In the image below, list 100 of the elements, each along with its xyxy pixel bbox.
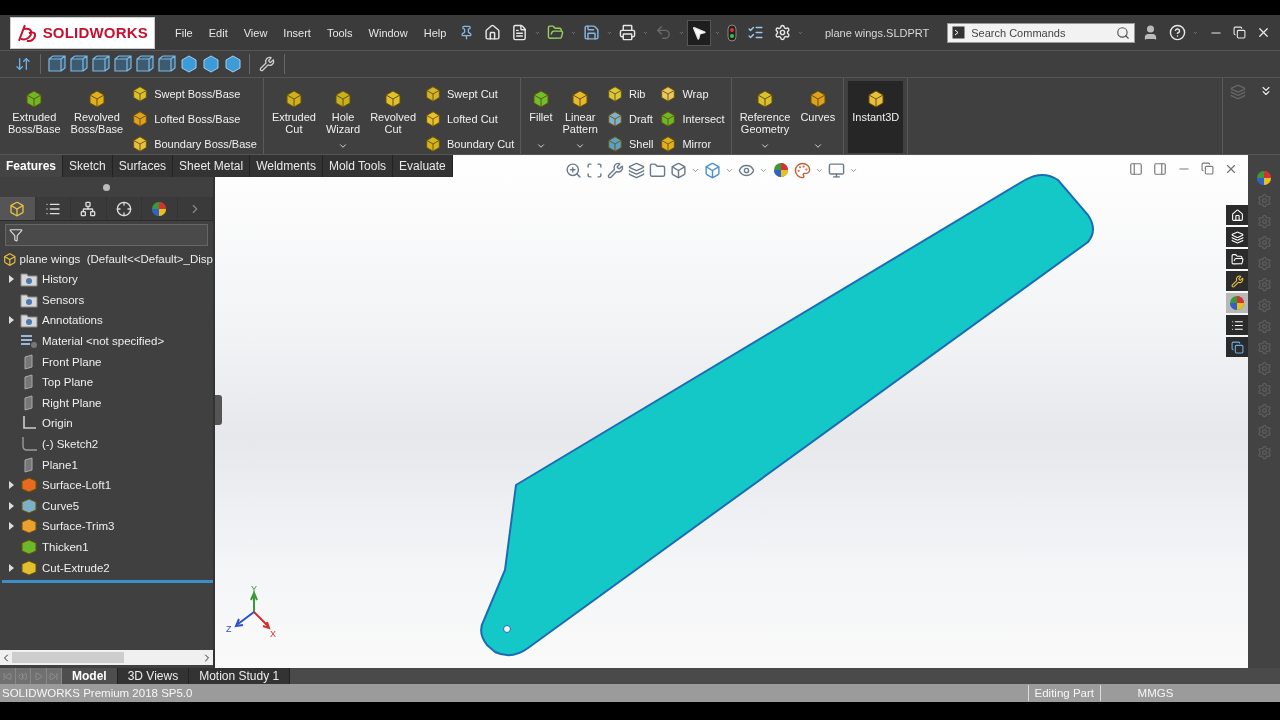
tree-item[interactable]: Curve5 bbox=[42, 499, 80, 512]
configuration-tab[interactable] bbox=[71, 197, 107, 220]
menu-item[interactable]: File bbox=[169, 26, 199, 39]
search-field[interactable]: Search Commands bbox=[969, 25, 1113, 40]
ribbon-button[interactable]: Swept Boss/Base bbox=[129, 83, 259, 104]
tree-item[interactable]: Plane1 bbox=[42, 458, 78, 471]
tree-item[interactable]: Origin bbox=[42, 417, 73, 430]
command-tab[interactable]: Sheet Metal bbox=[173, 155, 251, 177]
properties-icon[interactable] bbox=[1226, 315, 1248, 335]
command-tab[interactable]: Features bbox=[0, 155, 64, 177]
ribbon-button[interactable]: Fillet bbox=[525, 81, 557, 153]
menu-item[interactable]: Window bbox=[362, 26, 414, 39]
caret-icon[interactable] bbox=[535, 141, 546, 151]
ribbon-button[interactable]: Curves bbox=[796, 81, 840, 153]
tree-item[interactable]: Right Plane bbox=[42, 396, 102, 409]
command-tab[interactable]: Evaluate bbox=[393, 155, 453, 177]
cube-icon[interactable] bbox=[47, 54, 67, 74]
scene-icon[interactable] bbox=[794, 161, 811, 179]
tile-right-icon[interactable] bbox=[1153, 162, 1167, 176]
feature-tree-tab[interactable] bbox=[0, 197, 36, 220]
expand-arrow-icon[interactable] bbox=[8, 563, 14, 572]
tile-left-icon[interactable] bbox=[1129, 162, 1143, 176]
ribbon-button[interactable]: Reference Geometry bbox=[735, 81, 795, 153]
cube-icon[interactable] bbox=[157, 54, 177, 74]
ribbon-button[interactable]: Boundary Cut bbox=[422, 133, 517, 154]
menu-item[interactable]: View bbox=[237, 26, 274, 39]
menu-item[interactable]: Help bbox=[417, 26, 453, 39]
cube-icon[interactable] bbox=[201, 54, 221, 74]
grip-handle[interactable] bbox=[103, 183, 110, 191]
caret-icon[interactable] bbox=[760, 141, 770, 151]
search-icon[interactable] bbox=[1116, 25, 1131, 40]
zoom-icon[interactable] bbox=[565, 161, 582, 179]
ribbon-button[interactable]: Instant3D bbox=[848, 81, 904, 153]
sheet-tab[interactable]: Model bbox=[62, 668, 118, 684]
appearance-icon[interactable] bbox=[1255, 169, 1273, 187]
ribbon-button[interactable]: Wrap bbox=[657, 83, 727, 104]
expand-arrow-icon[interactable] bbox=[8, 501, 14, 510]
command-tab[interactable]: Weldments bbox=[250, 155, 323, 177]
close-icon[interactable] bbox=[1224, 162, 1238, 176]
view-orientation-icon[interactable] bbox=[670, 161, 687, 179]
appearance-icon[interactable] bbox=[772, 161, 790, 179]
cube-icon[interactable] bbox=[113, 54, 133, 74]
ribbon-button[interactable]: Boundary Boss/Base bbox=[129, 133, 259, 154]
ribbon-button[interactable]: Lofted Cut bbox=[422, 108, 517, 129]
command-tab[interactable]: Surfaces bbox=[112, 155, 174, 177]
menu-item[interactable]: Tools bbox=[320, 26, 359, 39]
ribbon-button[interactable]: Rib bbox=[603, 83, 656, 104]
windows-icon[interactable] bbox=[1226, 337, 1248, 357]
cube-icon[interactable] bbox=[223, 54, 243, 74]
panel-handle[interactable] bbox=[215, 395, 222, 425]
ribbon-button[interactable]: Linear Pattern bbox=[558, 81, 602, 153]
sheet-tab[interactable]: Motion Study 1 bbox=[189, 668, 291, 684]
restore-icon[interactable] bbox=[1201, 162, 1214, 175]
folder-icon[interactable] bbox=[1226, 249, 1248, 269]
expand-arrow-icon[interactable] bbox=[8, 481, 14, 490]
menu-item[interactable]: Insert bbox=[277, 26, 317, 39]
cube-icon[interactable] bbox=[91, 54, 111, 74]
horizontal-scrollbar[interactable] bbox=[0, 650, 213, 665]
command-tab[interactable]: Mold Tools bbox=[322, 155, 394, 177]
ribbon-button[interactable]: Draft bbox=[603, 108, 656, 129]
display-tab[interactable] bbox=[142, 197, 178, 220]
tree-item[interactable]: Sensors bbox=[42, 293, 85, 306]
monitor-icon[interactable] bbox=[828, 161, 845, 179]
sheet-tab[interactable]: 3D Views bbox=[117, 668, 190, 684]
caret-icon[interactable] bbox=[812, 141, 823, 151]
tree-item[interactable]: Thicken1 bbox=[42, 541, 89, 553]
appearance-icon[interactable] bbox=[150, 199, 169, 218]
cube-icon[interactable] bbox=[135, 54, 155, 74]
tree-item[interactable]: History bbox=[42, 273, 78, 286]
home-icon[interactable] bbox=[1226, 205, 1248, 225]
ribbon-button[interactable]: Intersect bbox=[657, 108, 727, 129]
tree-item[interactable]: Front Plane bbox=[42, 355, 102, 368]
ribbon-button[interactable]: Hole Wizard bbox=[321, 81, 365, 153]
ribbon-button[interactable]: Extruded Boss/Base bbox=[4, 81, 65, 153]
tree-item[interactable]: Surface-Loft1 bbox=[42, 479, 112, 492]
menu-item[interactable]: Edit bbox=[202, 26, 234, 39]
select-pointer-icon[interactable] bbox=[687, 19, 712, 46]
tree-item[interactable]: (-) Sketch2 bbox=[42, 438, 99, 451]
property-tab[interactable] bbox=[35, 197, 71, 220]
zoom-area-icon[interactable] bbox=[586, 161, 603, 179]
expand-arrow-icon[interactable] bbox=[8, 316, 14, 325]
expand-arrow-icon[interactable] bbox=[8, 522, 14, 531]
ribbon-button[interactable]: Revolved Cut bbox=[366, 81, 420, 153]
cube-icon[interactable] bbox=[179, 54, 199, 74]
tree-item[interactable]: Top Plane bbox=[42, 376, 94, 389]
tree-item[interactable]: Annotations bbox=[42, 314, 103, 327]
ribbon-button[interactable]: Swept Cut bbox=[422, 83, 517, 104]
ribbon-button[interactable]: Shell bbox=[603, 133, 656, 154]
display-style-icon[interactable] bbox=[704, 161, 721, 179]
tree-root[interactable]: plane wings (Default<<Default>_Disp bbox=[19, 253, 213, 265]
cube-icon[interactable] bbox=[69, 54, 89, 74]
ribbon-button[interactable]: Mirror bbox=[657, 133, 727, 154]
tree-item[interactable]: Cut-Extrude2 bbox=[42, 561, 110, 574]
search-box[interactable]: Search Commands bbox=[947, 22, 1136, 43]
command-tab[interactable]: Sketch bbox=[63, 155, 113, 177]
filter-field[interactable] bbox=[5, 224, 208, 246]
ribbon-button[interactable]: Extruded Cut bbox=[267, 81, 320, 153]
ribbon-button[interactable]: Revolved Boss/Base bbox=[66, 81, 128, 153]
caret-icon[interactable] bbox=[338, 141, 349, 151]
tree-item[interactable]: Surface-Trim3 bbox=[42, 520, 115, 533]
